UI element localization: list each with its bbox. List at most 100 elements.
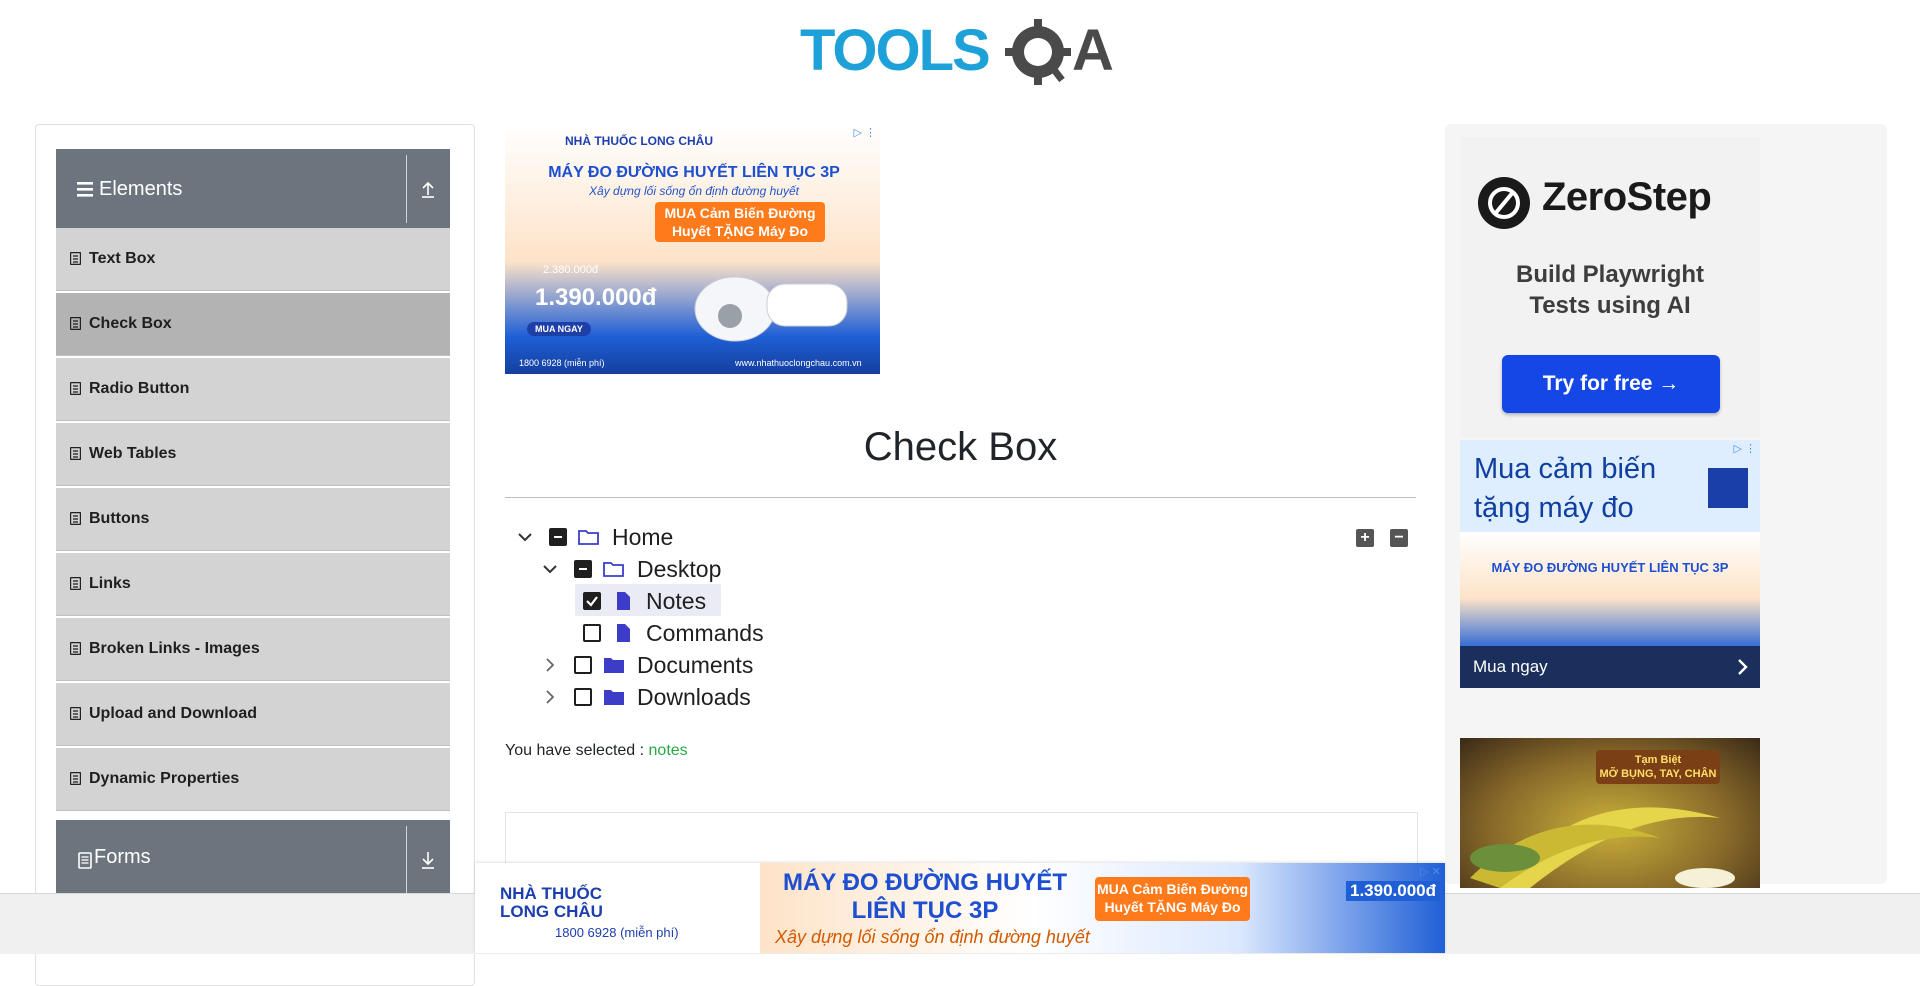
tree-node-label[interactable]: Commands [646, 620, 764, 647]
ad-brand-line: NHÀ THUỐC [500, 884, 602, 903]
tree-node-label[interactable]: Notes [646, 588, 706, 615]
ad-url: www.nhathuoclongchau.com.vn [735, 358, 862, 368]
file-icon [617, 624, 630, 642]
divider [406, 826, 407, 894]
sidebar-item-dynamic-properties[interactable]: Dynamic Properties [56, 748, 450, 811]
ad-choices-icon[interactable]: ▷ ⋮ [1733, 442, 1756, 455]
ad-brand-line: LONG CHÂU [500, 902, 603, 921]
document-icon [70, 577, 81, 590]
try-for-free-button[interactable]: Try for free → [1502, 355, 1720, 413]
result-label: You have selected : [505, 742, 645, 759]
ad-banner-right[interactable]: Mua cảm biến tặng máy đo MÁY ĐO ĐƯỜNG HU… [1460, 440, 1760, 688]
document-icon [70, 382, 81, 395]
ad-price: 1.390.000đ [1346, 881, 1441, 901]
checkbox-notes[interactable] [583, 592, 601, 610]
svg-text:TOOLS: TOOLS [800, 18, 989, 83]
ad-tagline: Tạm Biệt MỠ BỤNG, TAY, CHÂN [1596, 750, 1720, 784]
sidebar-group-elements[interactable]: Elements [56, 149, 450, 229]
chevron-right-icon[interactable] [540, 655, 560, 675]
ad-choices-icon[interactable]: ▷ ⋮ [853, 126, 876, 139]
checkbox-home[interactable] [549, 528, 567, 546]
chevron-down-icon[interactable] [540, 559, 560, 579]
ad-choices-icon[interactable]: ▷ ✕ [1420, 865, 1441, 878]
result-value: notes [648, 742, 688, 759]
ad-headline-line: MÁY ĐO ĐƯỜNG HUYẾT [783, 869, 1067, 896]
sidebar-item-label: Upload and Download [89, 705, 257, 722]
sidebar-group-label: Forms [94, 846, 151, 868]
sidebar-item-text-box[interactable]: Text Box [56, 228, 450, 291]
sidebar-item-links[interactable]: Links [56, 553, 450, 616]
tree-node-commands: Commands [583, 618, 764, 648]
sticky-ad[interactable]: NHÀ THUỐC LONG CHÂU 1800 6928 (miễn phí)… [475, 863, 1445, 953]
sidebar-item-check-box[interactable]: Check Box [56, 293, 450, 356]
sticky-ad-brand-panel: NHÀ THUỐC LONG CHÂU 1800 6928 (miễn phí) [475, 863, 760, 953]
tree-node-label[interactable]: Documents [637, 652, 753, 679]
folder-icon [604, 658, 624, 673]
tree-node-label[interactable]: Home [612, 524, 673, 551]
svg-text:A: A [1072, 18, 1114, 83]
chevron-down-icon[interactable] [515, 527, 535, 547]
glucose-device-image [694, 276, 848, 342]
hamburger-icon [77, 182, 93, 197]
document-icon [70, 512, 81, 525]
ad-image [1460, 532, 1760, 652]
tree-node-notes: Notes [575, 584, 721, 616]
sidebar-item-label: Check Box [89, 315, 172, 332]
sidebar-menu: Text Box Check Box Radio Button Web Tabl… [56, 228, 450, 813]
ad-footer[interactable]: Mua ngay [1460, 646, 1760, 688]
checkbox-documents[interactable] [574, 656, 592, 674]
ad-phone: 1800 6928 (miễn phí) [555, 925, 679, 940]
ad-banana[interactable]: Tạm Biệt MỠ BỤNG, TAY, CHÂN [1460, 738, 1760, 888]
ad-cta[interactable]: MUA NGAY [527, 322, 591, 336]
collapse-up-icon[interactable] [414, 175, 442, 203]
folder-icon [604, 690, 624, 705]
sidebar-item-web-tables[interactable]: Web Tables [56, 423, 450, 486]
ad-headline: MÁY ĐO ĐƯỜNG HUYẾT LIÊN TỤC 3P [548, 164, 840, 181]
ad-text-line: Tests using AI [1529, 292, 1691, 319]
document-icon [70, 772, 81, 785]
ad-tagline-line: Tạm Biệt [1634, 754, 1682, 766]
expand-all-button[interactable]: + [1356, 529, 1374, 547]
sidebar-item-broken-links[interactable]: Broken Links - Images [56, 618, 450, 681]
ad-banner-top[interactable]: NHÀ THUỐC LONG CHÂU MÁY ĐO ĐƯỜNG HUYẾT L… [505, 124, 880, 374]
site-header: TOOLS A [0, 0, 1920, 100]
sidebar-item-radio-button[interactable]: Radio Button [56, 358, 450, 421]
file-icon [617, 592, 630, 610]
checkbox-desktop[interactable] [574, 560, 592, 578]
sidebar-item-label: Dynamic Properties [89, 770, 240, 787]
checkbox-downloads[interactable] [574, 688, 592, 706]
tree-node-label[interactable]: Downloads [637, 684, 751, 711]
sidebar-item-buttons[interactable]: Buttons [56, 488, 450, 551]
folder-open-icon [578, 530, 599, 545]
page-title: Check Box [863, 425, 1058, 469]
divider [406, 155, 407, 223]
ad-zerostep[interactable]: ZeroStep Build Playwright Tests using AI… [1460, 137, 1760, 437]
sidebar-item-label: Buttons [89, 510, 150, 527]
ad-brand: NHÀ THUỐC LONG CHÂU [565, 134, 713, 148]
checkbox-commands[interactable] [583, 624, 601, 642]
ad-tagline-line: MỠ BỤNG, TAY, CHÂN [1599, 768, 1717, 780]
tree-node-documents: Documents [540, 650, 753, 680]
ad-title: Mua cảm biến tặng máy đo [1474, 450, 1656, 528]
chevron-right-icon[interactable] [540, 687, 560, 707]
ad-brand-name: ZeroStep [1542, 175, 1712, 219]
sticky-ad-main: MÁY ĐO ĐƯỜNG HUYẾT LIÊN TỤC 3P Xây dựng … [760, 863, 1445, 953]
sidebar-group-label: Elements [99, 178, 183, 200]
checkbox-tree: Home Desktop Notes Commands Documents Do… [505, 522, 1416, 722]
ad-brand: NHÀ THUỐC LONG CHÂU [500, 885, 603, 921]
ad-subtitle: Xây dựng lối sống ổn định đường huyết [589, 184, 799, 198]
sidebar-item-label: Text Box [89, 250, 156, 267]
ad-cta[interactable]: Mua ngay [1473, 646, 1548, 688]
tree-node-label[interactable]: Desktop [637, 556, 721, 583]
sidebar-group-forms[interactable]: Forms [56, 820, 450, 900]
sidebar-item-upload-download[interactable]: Upload and Download [56, 683, 450, 746]
zerostep-logo-icon [1478, 177, 1530, 229]
ad-price: 1.390.000đ [535, 284, 657, 311]
collapse-all-button[interactable]: − [1390, 529, 1408, 547]
toolsqa-logo[interactable]: TOOLS A [800, 14, 1125, 94]
ad-headline-line: LIÊN TỤC 3P [851, 897, 999, 924]
ad-phone: 1800 6928 (miễn phí) [519, 358, 605, 368]
expand-down-icon[interactable] [414, 846, 442, 874]
ad-title-line: Mua cảm biến [1474, 453, 1657, 485]
selection-result: You have selected : notes [505, 742, 688, 760]
